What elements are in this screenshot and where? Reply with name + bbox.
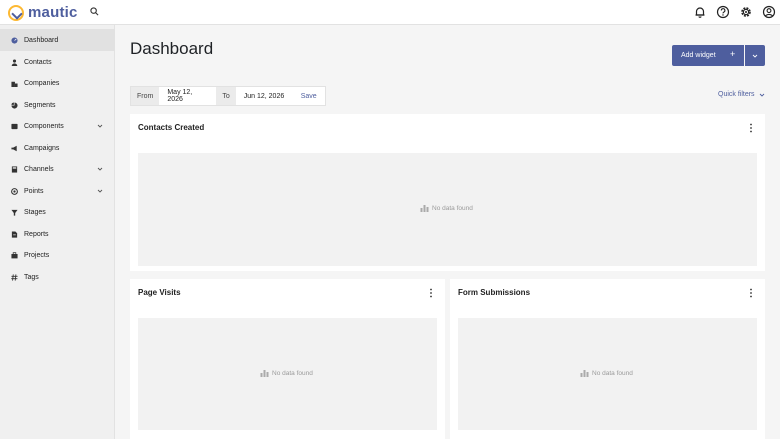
no-data-text: No data found (272, 369, 313, 377)
no-data-message: No data found (580, 369, 633, 377)
sidebar-item-label: Projects (24, 251, 50, 259)
mautic-logo-mark (8, 4, 24, 21)
points-icon (11, 187, 18, 195)
quick-filters-label: Quick filters (718, 91, 755, 98)
no-data-text: No data found (432, 204, 473, 212)
dashboard-icon (11, 36, 18, 44)
sidebar-item-components[interactable]: Components (0, 115, 115, 137)
sidebar-item-reports[interactable]: Reports (0, 223, 115, 245)
from-label: From (131, 87, 160, 105)
kebab-menu-icon[interactable] (749, 123, 753, 133)
quick-filters-button[interactable]: Quick filters (718, 91, 765, 98)
widget-contacts-created: Contacts Created No data found (130, 114, 765, 271)
sidebar-item-label: Tags (24, 273, 39, 281)
sidebar-item-dashboard[interactable]: Dashboard (0, 29, 115, 51)
sidebar-item-label: Companies (24, 79, 60, 87)
campaigns-icon (11, 145, 17, 151)
sidebar-item-label: Stages (24, 208, 46, 216)
add-widget-label: Add widget (681, 52, 716, 59)
save-filter-button[interactable]: Save (293, 87, 325, 105)
stages-icon (11, 209, 18, 216)
no-data-message: No data found (260, 369, 313, 377)
chevron-down-icon (97, 124, 103, 128)
top-bar: mautic (0, 0, 780, 25)
sidebar-item-points[interactable]: Points (0, 180, 115, 202)
sidebar-item-channels[interactable]: Channels (0, 158, 115, 180)
sidebar-item-campaigns[interactable]: Campaigns (0, 137, 115, 159)
date-range-filter: From May 12, 2026 To Jun 12, 2026 Save (130, 86, 326, 106)
chart-placeholder: No data found (458, 318, 757, 430)
widget-title: Form Submissions (458, 288, 531, 297)
from-date-input[interactable]: May 12, 2026 (159, 87, 217, 105)
chevron-down-icon (97, 167, 103, 171)
main-content: Dashboard Add widget + From May 12, 2026… (115, 25, 780, 439)
sidebar-item-companies[interactable]: Companies (0, 72, 115, 94)
widget-title: Contacts Created (138, 123, 205, 132)
mautic-logo[interactable]: mautic (8, 4, 78, 21)
sidebar-item-contacts[interactable]: Contacts (0, 51, 115, 73)
widget-form-submissions: Form Submissions No data found (450, 279, 765, 439)
no-data-text: No data found (592, 369, 633, 377)
sidebar-item-projects[interactable]: Projects (0, 244, 115, 266)
to-label: To (216, 87, 236, 105)
app-name: mautic (28, 4, 78, 21)
bell-icon[interactable] (693, 5, 707, 19)
widget-title: Page Visits (138, 288, 181, 297)
page-title: Dashboard (130, 39, 214, 58)
sidebar-item-tags[interactable]: Tags (0, 266, 115, 288)
chevron-down-icon (752, 54, 758, 58)
search-icon[interactable] (90, 7, 99, 16)
kebab-menu-icon[interactable] (429, 288, 433, 298)
kebab-menu-icon[interactable] (749, 288, 753, 298)
tags-icon (11, 273, 18, 281)
widget-page-visits: Page Visits No data found (130, 279, 445, 439)
chart-placeholder: No data found (138, 153, 757, 266)
companies-icon (11, 81, 18, 87)
sidebar-item-label: Segments (24, 101, 56, 109)
plus-icon: + (730, 49, 736, 59)
bar-chart-icon (260, 370, 269, 377)
chevron-down-icon (759, 93, 764, 97)
sidebar-item-segments[interactable]: Segments (0, 94, 115, 116)
chart-placeholder: No data found (138, 318, 437, 430)
add-widget-button[interactable]: Add widget + (672, 45, 744, 66)
sidebar-item-label: Points (24, 187, 44, 195)
bar-chart-icon (420, 205, 429, 212)
sidebar-item-label: Dashboard (24, 36, 59, 44)
sidebar: Dashboard Contacts Companies Segments Co… (0, 25, 115, 439)
channels-icon (11, 165, 18, 173)
contacts-icon (11, 58, 18, 66)
to-date-input[interactable]: Jun 12, 2026 (235, 87, 293, 105)
bar-chart-icon (580, 370, 589, 377)
sidebar-item-label: Reports (24, 230, 49, 238)
projects-icon (11, 251, 18, 258)
sidebar-item-label: Contacts (24, 58, 52, 66)
gear-icon[interactable] (739, 5, 753, 19)
sidebar-item-label: Campaigns (24, 144, 60, 152)
components-icon (11, 123, 18, 129)
sidebar-item-stages[interactable]: Stages (0, 201, 115, 223)
user-icon[interactable] (762, 5, 776, 19)
sidebar-item-label: Channels (24, 165, 54, 173)
segments-icon (11, 101, 18, 109)
chevron-down-icon (97, 189, 103, 193)
sidebar-item-label: Components (24, 122, 64, 130)
add-widget-dropdown-button[interactable] (745, 45, 765, 66)
no-data-message: No data found (420, 204, 473, 212)
help-icon[interactable] (716, 5, 730, 19)
reports-icon (11, 230, 18, 238)
